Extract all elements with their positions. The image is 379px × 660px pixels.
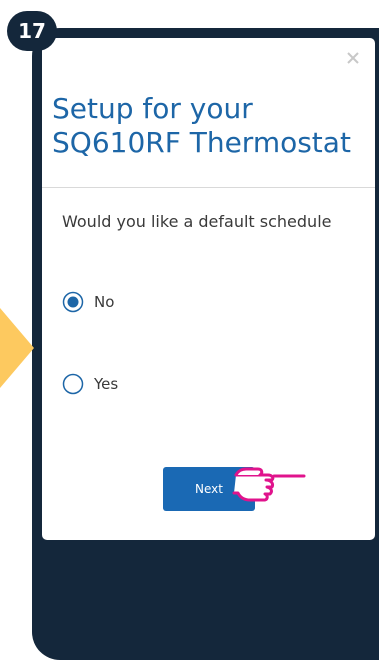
- close-icon: [347, 52, 359, 64]
- radio-selected-icon[interactable]: [62, 291, 84, 313]
- close-button[interactable]: [343, 48, 363, 68]
- step-badge: 17: [7, 11, 57, 51]
- radio-unselected-icon[interactable]: [62, 373, 84, 395]
- radio-option-no[interactable]: No: [62, 291, 114, 313]
- radio-option-yes[interactable]: Yes: [62, 373, 118, 395]
- radio-label-yes: Yes: [94, 375, 119, 393]
- radio-label-no: No: [94, 293, 115, 311]
- pointer-arrow: [0, 308, 34, 388]
- title-divider: [42, 187, 375, 188]
- setup-modal: Setup for your SQ610RF Thermostat Would …: [42, 38, 375, 540]
- schedule-question: Would you like a default schedule: [62, 212, 332, 231]
- modal-title: Setup for your SQ610RF Thermostat: [52, 92, 351, 159]
- pointing-hand-icon: [232, 467, 306, 502]
- step-number: 17: [18, 19, 46, 43]
